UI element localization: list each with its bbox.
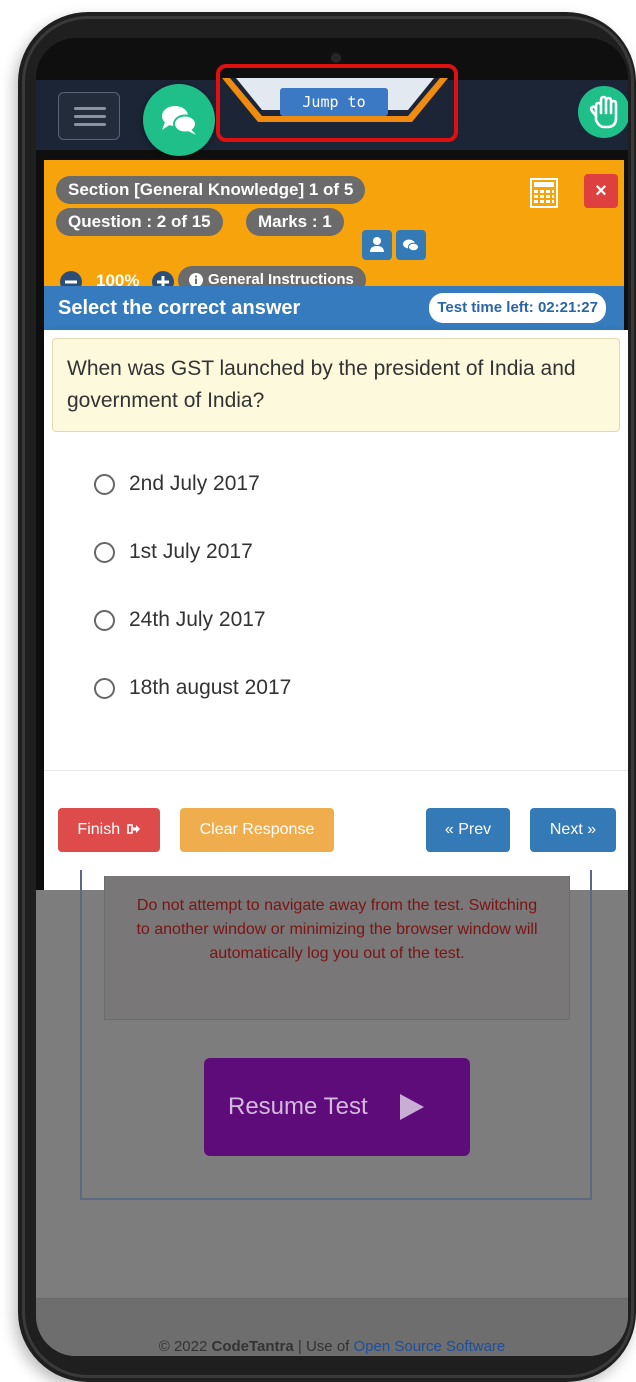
warning-message: Do not attempt to navigate away from the… bbox=[104, 876, 570, 1020]
option-1[interactable]: 2nd July 2017 bbox=[94, 466, 260, 502]
hand-icon bbox=[589, 95, 618, 129]
option-label: 24th July 2017 bbox=[129, 608, 266, 631]
option-4[interactable]: 18th august 2017 bbox=[94, 670, 291, 706]
radio-button[interactable] bbox=[94, 609, 115, 631]
play-icon bbox=[400, 1094, 424, 1120]
question-card: When was GST launched by the president o… bbox=[44, 330, 628, 890]
resume-label: Resume Test bbox=[228, 1093, 368, 1120]
question-text: When was GST launched by the president o… bbox=[52, 338, 620, 432]
prev-button[interactable]: « Prev bbox=[426, 808, 510, 852]
footer-brand: CodeTantra bbox=[211, 1338, 294, 1355]
question-badge: Question : 2 of 15 bbox=[56, 208, 223, 236]
comment-button[interactable] bbox=[396, 230, 426, 260]
calculator-icon bbox=[530, 178, 558, 208]
clear-response-button[interactable]: Clear Response bbox=[180, 808, 334, 852]
menu-button[interactable] bbox=[58, 92, 120, 140]
menu-icon-bar bbox=[74, 107, 106, 110]
phone-screen: Jump to Section [General Knowledge] 1 of… bbox=[36, 38, 628, 1356]
finish-label: Finish bbox=[77, 821, 121, 838]
marks-badge: Marks : 1 bbox=[246, 208, 344, 236]
open-source-link[interactable]: Open Source Software bbox=[354, 1338, 506, 1355]
option-label: 18th august 2017 bbox=[129, 676, 292, 699]
highlight-box bbox=[216, 64, 458, 142]
radio-button[interactable] bbox=[94, 473, 115, 495]
close-button[interactable]: × bbox=[584, 174, 618, 208]
menu-icon-bar bbox=[74, 123, 106, 126]
next-button[interactable]: Next » bbox=[530, 808, 616, 852]
footer-separator: | Use of bbox=[297, 1338, 350, 1355]
menu-icon-bar bbox=[74, 115, 106, 118]
option-label: 1st July 2017 bbox=[129, 540, 253, 563]
option-label: 2nd July 2017 bbox=[129, 472, 260, 495]
background-overlay: Do not attempt to navigate away from the… bbox=[36, 870, 628, 1356]
footer-text: © 2022 CodeTantra | Use of Open Source S… bbox=[36, 1338, 628, 1355]
chat-button[interactable] bbox=[143, 84, 215, 156]
resume-test-button[interactable]: Resume Test bbox=[204, 1058, 470, 1156]
test-timer: Test time left: 02:21:27 bbox=[429, 293, 606, 323]
comments-icon bbox=[403, 239, 419, 252]
card-divider bbox=[44, 770, 628, 771]
user-icon bbox=[370, 237, 384, 252]
calculator-button[interactable] bbox=[530, 178, 558, 208]
sign-out-icon bbox=[126, 824, 140, 834]
instruction-title: Select the correct answer bbox=[58, 297, 301, 319]
instruction-bar: Select the correct answer Test time left… bbox=[44, 286, 624, 330]
profile-button[interactable] bbox=[362, 230, 392, 260]
quiz-header: Section [General Knowledge] 1 of 5 Quest… bbox=[44, 160, 624, 294]
option-3[interactable]: 24th July 2017 bbox=[94, 602, 266, 638]
raise-hand-button[interactable] bbox=[578, 86, 628, 138]
radio-button[interactable] bbox=[94, 541, 115, 563]
radio-button[interactable] bbox=[94, 677, 115, 699]
footer-copyright: © 2022 bbox=[158, 1338, 208, 1355]
finish-button[interactable]: Finish bbox=[58, 808, 160, 852]
option-2[interactable]: 1st July 2017 bbox=[94, 534, 253, 570]
section-badge: Section [General Knowledge] 1 of 5 bbox=[56, 176, 366, 204]
resume-panel: Do not attempt to navigate away from the… bbox=[80, 870, 592, 1200]
chat-icon bbox=[162, 106, 197, 135]
